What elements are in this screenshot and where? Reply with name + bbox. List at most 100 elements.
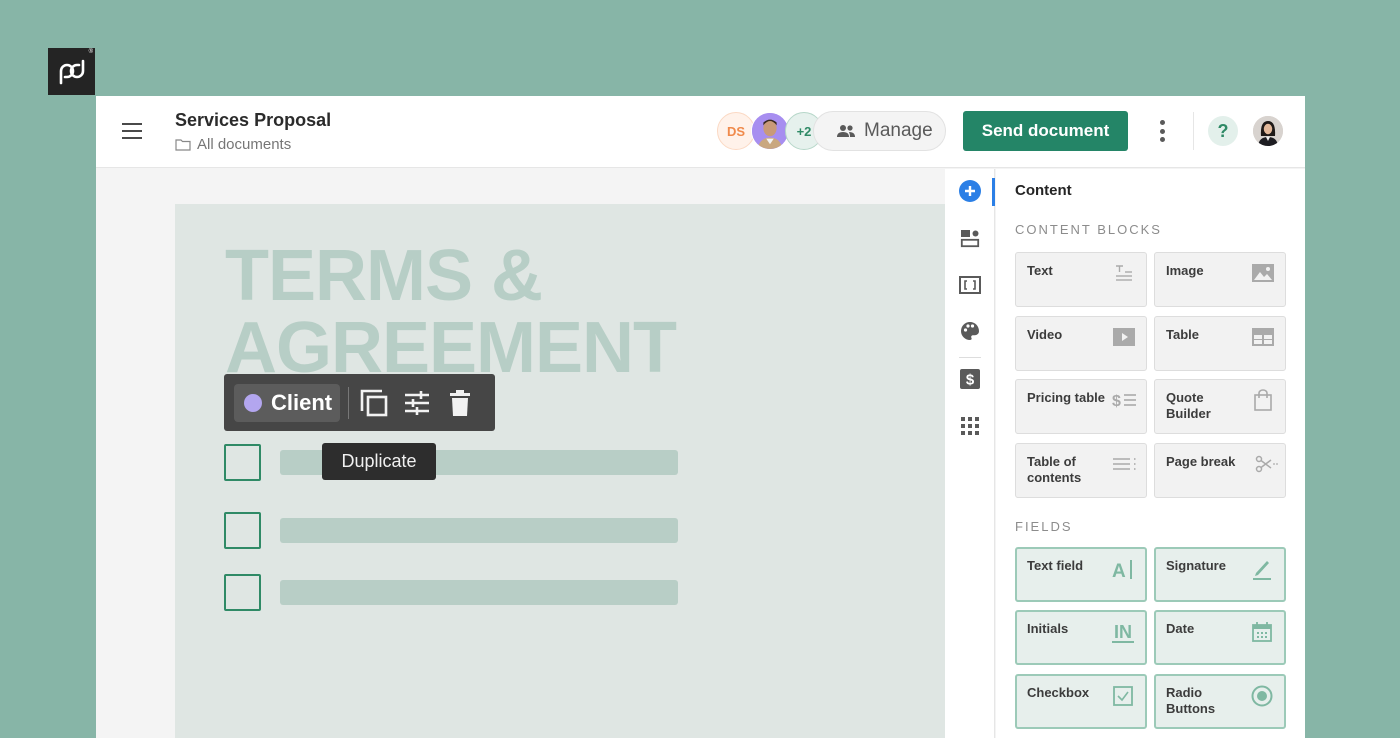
page-heading[interactable]: TERMS & AGREEMENT (225, 236, 677, 384)
menu-icon[interactable] (122, 123, 142, 139)
palette-icon (961, 322, 979, 340)
variables-icon (959, 276, 981, 294)
document-title[interactable]: Services Proposal (175, 110, 331, 131)
role-label: Client (271, 389, 333, 415)
settings-button[interactable] (400, 385, 435, 421)
field-signature[interactable]: Signature (1154, 547, 1286, 602)
toolbar-divider (348, 386, 350, 419)
manage-label: Manage (864, 120, 933, 141)
registered-mark: ® (88, 49, 93, 55)
tile-label: Quote Builder (1166, 390, 1211, 421)
tile-label: Signature (1166, 558, 1226, 573)
folder-icon (175, 139, 191, 151)
tile-label: Text (1027, 263, 1053, 278)
text-placeholder (280, 580, 678, 605)
text-icon (1111, 262, 1137, 284)
video-icon (1111, 326, 1137, 348)
text-placeholder (280, 518, 678, 543)
duplicate-button[interactable] (357, 385, 392, 421)
user-photo-icon (1253, 116, 1283, 146)
radio-icon (1249, 685, 1275, 707)
block-pricing-table[interactable]: Pricing table $ (1015, 379, 1147, 434)
block-table[interactable]: Table (1154, 316, 1286, 371)
rail-item-apps[interactable] (959, 415, 981, 437)
checkbox[interactable] (224, 512, 261, 549)
field-text-field[interactable]: Text field A (1015, 547, 1147, 602)
more-options-icon[interactable] (1154, 118, 1170, 144)
block-image[interactable]: Image (1154, 252, 1286, 307)
pricing-table-icon: $ (1111, 389, 1137, 411)
checkbox-row (224, 444, 678, 481)
tile-label: Image (1166, 263, 1204, 278)
content-panel: Content CONTENT BLOCKS Text Image Video … (996, 169, 1305, 738)
svg-text:A: A (1112, 561, 1126, 580)
tile-label: Checkbox (1027, 685, 1090, 700)
avatar-initials[interactable]: DS (717, 112, 755, 150)
avatar-collaborator[interactable] (751, 112, 789, 150)
grid-icon (961, 417, 979, 435)
tile-label: Pricing table (1027, 390, 1106, 405)
tile-label: Table (1166, 327, 1199, 342)
heading-line-1: TERMS & (225, 236, 543, 316)
breadcrumb-label: All documents (197, 136, 292, 153)
block-video[interactable]: Video (1015, 316, 1147, 371)
document-canvas: TERMS & AGREEMENT Client Duplicate (96, 169, 945, 738)
scissors-icon (1254, 453, 1280, 475)
block-table-of-contents[interactable]: Table of contents (1015, 443, 1147, 498)
block-page-break[interactable]: Page break (1154, 443, 1286, 498)
checkbox-row (224, 512, 678, 549)
trash-icon (449, 389, 470, 416)
plus-circle-icon (959, 180, 981, 202)
block-text[interactable]: Text (1015, 252, 1147, 307)
tile-label: Page break (1166, 454, 1236, 469)
delete-button[interactable] (442, 385, 477, 421)
help-icon[interactable]: ? (1208, 116, 1238, 146)
checkbox-row (224, 574, 678, 611)
field-radio-buttons[interactable]: Radio Buttons (1154, 674, 1286, 729)
document-page: TERMS & AGREEMENT Client Duplicate (175, 204, 945, 738)
logo-icon (59, 59, 84, 84)
content-blocks-label: CONTENT BLOCKS (1015, 222, 1162, 237)
sidebar-rail: $ (945, 169, 995, 738)
dollar-icon: $ (960, 369, 980, 389)
block-quote-builder[interactable]: Quote Builder (1154, 379, 1286, 434)
field-checkbox[interactable]: Checkbox (1015, 674, 1147, 729)
field-toolbar: Client (224, 374, 495, 431)
send-document-button[interactable]: Send document (963, 111, 1128, 151)
rail-item-variables[interactable] (959, 274, 981, 296)
svg-text:IN: IN (1114, 622, 1132, 642)
panel-title: Content (1015, 182, 1072, 199)
people-icon (837, 125, 855, 137)
checkbox[interactable] (224, 444, 261, 481)
user-avatar[interactable] (1253, 116, 1283, 146)
breadcrumb[interactable]: All documents (175, 136, 291, 153)
blocks-icon (960, 230, 980, 248)
table-of-contents-icon (1111, 453, 1137, 475)
rail-item-pricing[interactable]: $ (959, 368, 981, 390)
tile-label: Initials (1027, 621, 1069, 636)
editor-window: Services Proposal All documents DS +2 Ma… (96, 96, 1305, 738)
rail-item-blocks[interactable] (959, 227, 981, 249)
tile-label: Text field (1027, 558, 1084, 573)
top-bar: Services Proposal All documents DS +2 Ma… (96, 96, 1305, 168)
role-selector[interactable]: Client (234, 383, 341, 422)
rail-item-add-content[interactable] (959, 180, 981, 202)
pen-icon (1249, 558, 1275, 580)
tile-label: Radio Buttons (1166, 685, 1216, 716)
fields-label: FIELDS (1015, 519, 1073, 534)
image-icon (1250, 262, 1276, 284)
manage-button[interactable]: Manage (813, 111, 946, 151)
field-initials[interactable]: Initials IN (1015, 610, 1147, 665)
person-photo-icon (752, 113, 788, 149)
field-date[interactable]: Date (1154, 610, 1286, 665)
checkbox[interactable] (224, 574, 261, 611)
rail-divider (959, 357, 981, 358)
tile-label: Video (1027, 327, 1063, 342)
role-color-dot (244, 393, 262, 412)
rail-item-design[interactable] (959, 320, 981, 342)
text-field-icon: A (1110, 558, 1136, 580)
tile-label: Date (1166, 621, 1195, 636)
initials-icon: IN (1110, 621, 1136, 643)
calendar-icon (1249, 621, 1275, 643)
sliders-icon (405, 390, 430, 415)
